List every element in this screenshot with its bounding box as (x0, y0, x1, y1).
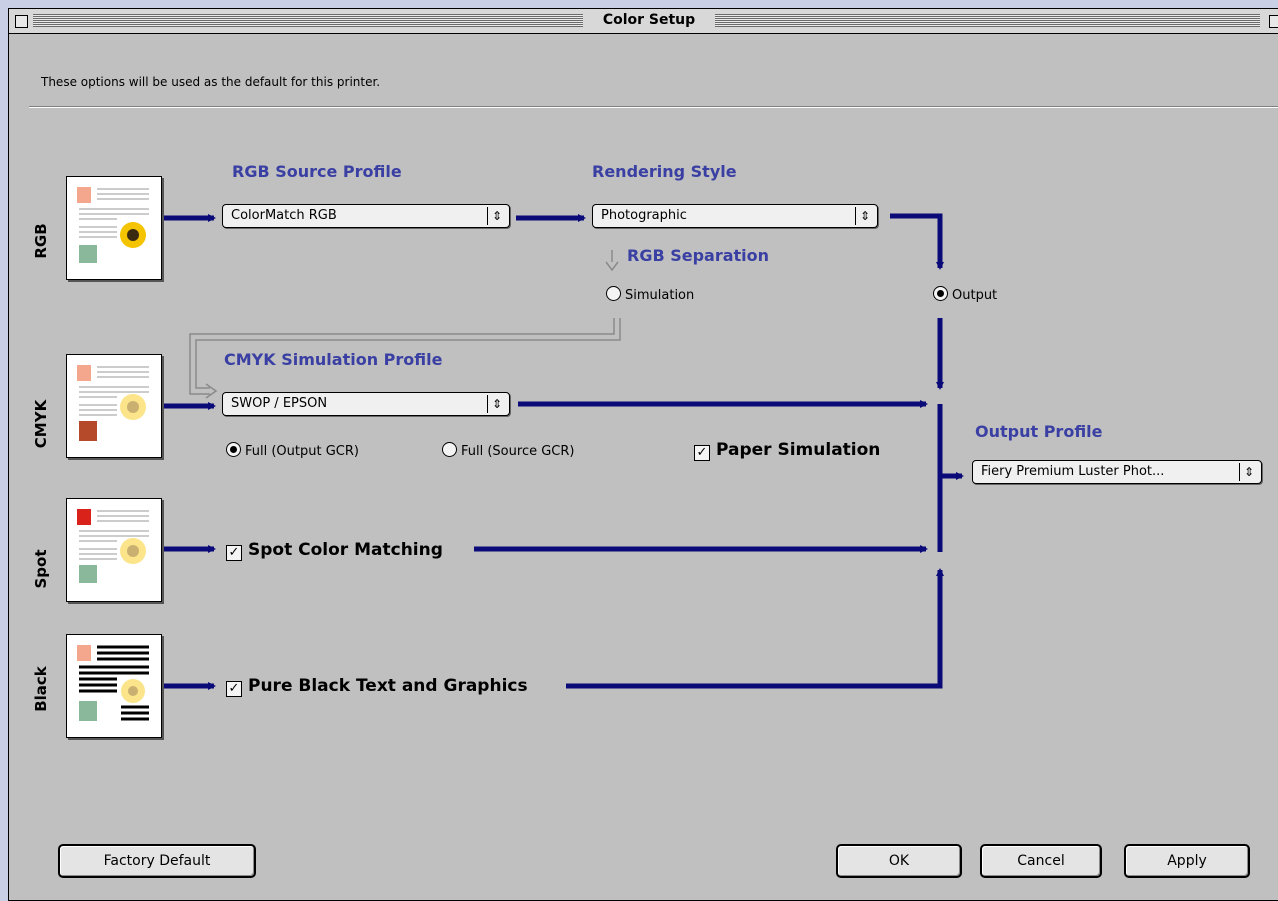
rgb-separation-heading: RGB Separation (627, 246, 770, 265)
ok-button[interactable]: OK (836, 844, 962, 878)
popup-arrows-icon: ⇕ (855, 207, 874, 225)
simulation-radio[interactable]: Simulation (606, 286, 694, 303)
popup-arrows-icon: ⇕ (487, 207, 506, 225)
cmyk-simulation-heading: CMYK Simulation Profile (224, 350, 443, 369)
popup-arrows-icon: ⇕ (1239, 463, 1258, 481)
row-label-rgb: RGB (32, 223, 50, 259)
checkmark-icon: ✓ (694, 445, 710, 461)
rgb-page-icon (66, 176, 162, 280)
radio-off-icon (442, 442, 457, 457)
spot-color-matching-checkbox[interactable]: ✓ Spot Color Matching (226, 540, 443, 561)
cancel-button[interactable]: Cancel (980, 844, 1102, 878)
output-radio[interactable]: Output (933, 286, 997, 303)
radio-on-icon (933, 286, 948, 301)
rendering-style-heading: Rendering Style (592, 162, 737, 181)
spot-page-icon (66, 498, 162, 602)
row-label-black: Black (32, 666, 50, 712)
radio-on-icon (226, 442, 241, 457)
gcr-source-radio[interactable]: Full (Source GCR) (442, 442, 574, 459)
cmyk-simulation-value: SWOP / EPSON (231, 396, 328, 411)
paper-simulation-checkbox[interactable]: ✓ Paper Simulation (694, 440, 880, 461)
gcr-output-radio[interactable]: Full (Output GCR) (226, 442, 359, 459)
output-profile-heading: Output Profile (975, 422, 1103, 441)
cmyk-simulation-popup[interactable]: SWOP / EPSON ⇕ (222, 392, 510, 416)
output-profile-popup[interactable]: Fiery Premium Luster Phot... ⇕ (972, 460, 1262, 484)
black-page-icon (66, 634, 162, 738)
row-label-spot: Spot (32, 549, 50, 589)
row-label-cmyk: CMYK (32, 399, 50, 449)
factory-default-button[interactable]: Factory Default (58, 844, 256, 878)
output-profile-value: Fiery Premium Luster Phot... (981, 464, 1165, 479)
render-to-output-arrow (890, 213, 944, 270)
apply-button[interactable]: Apply (1124, 844, 1250, 878)
radio-off-icon (606, 286, 621, 301)
rendering-style-popup[interactable]: Photographic ⇕ (592, 204, 878, 228)
pure-black-checkbox[interactable]: ✓ Pure Black Text and Graphics (226, 676, 528, 697)
cmyk-page-icon (66, 354, 162, 458)
popup-arrows-icon: ⇕ (487, 395, 506, 413)
checkmark-icon: ✓ (226, 545, 242, 561)
rendering-style-value: Photographic (601, 208, 687, 223)
black-to-output-arrow (566, 568, 944, 689)
checkmark-icon: ✓ (226, 681, 242, 697)
rgb-source-heading: RGB Source Profile (232, 162, 402, 181)
flow-diagram (164, 213, 964, 690)
rgb-source-popup[interactable]: ColorMatch RGB ⇕ (222, 204, 510, 228)
rgb-source-value: ColorMatch RGB (231, 208, 337, 223)
